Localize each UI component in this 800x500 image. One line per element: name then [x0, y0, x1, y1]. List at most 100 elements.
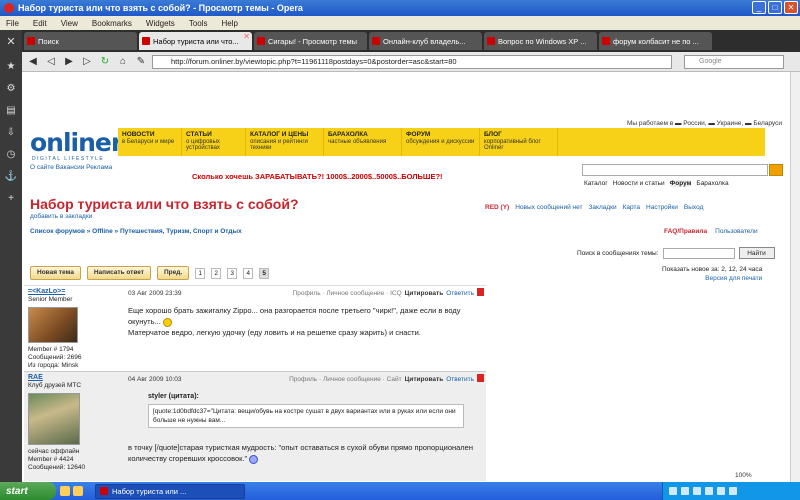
new-topic-button[interactable]: Новая тема — [30, 266, 81, 280]
tray-icon[interactable] — [693, 487, 701, 495]
tab-windows[interactable]: Вопрос по Windows XP ... — [484, 32, 597, 50]
widgets-icon[interactable]: ⚙ — [3, 80, 19, 96]
close-tab-icon[interactable]: ✕ — [243, 32, 250, 41]
menu-view[interactable]: View — [61, 19, 78, 28]
breadcrumb[interactable]: Список форумов » Offline » Путешествия, … — [30, 228, 242, 235]
maximize-button[interactable]: □ — [768, 1, 782, 14]
search-field[interactable]: Google — [684, 54, 784, 69]
post-body: 03 Авг 2009 23:39 Профиль · Личное сообщ… — [128, 288, 484, 338]
print-version-link[interactable]: Версия для печати — [705, 275, 762, 282]
tray-icon[interactable] — [705, 487, 713, 495]
bookmarks-icon[interactable]: ★ — [3, 58, 19, 74]
nav-blog[interactable]: БЛОГ корпоративный блог Onliner — [480, 128, 558, 156]
bookmarks-link[interactable]: Закладки — [588, 204, 616, 211]
faq-link[interactable]: FAQ/Правила — [664, 228, 707, 235]
section-baraholka[interactable]: Барахолка — [696, 180, 728, 187]
post-profile-links[interactable]: Профиль · Личное сообщение · Сайт — [289, 374, 402, 385]
nav-baraholka[interactable]: БАРАХОЛКА частные объявления — [324, 128, 402, 156]
menu-edit[interactable]: Edit — [33, 19, 47, 28]
menu-bookmarks[interactable]: Bookmarks — [92, 19, 132, 28]
site-search-button[interactable] — [769, 164, 783, 176]
page-4[interactable]: 4 — [243, 267, 254, 279]
tab-search[interactable]: Поиск — [24, 32, 137, 50]
taskbar-task[interactable]: Набор туриста или ... — [95, 483, 245, 499]
notes-icon[interactable]: ▤ — [3, 102, 19, 118]
post-text: в точку [/quote]старая туристкая мудрост… — [128, 443, 473, 464]
add-bookmark-link[interactable]: добавить в закладки — [30, 213, 92, 220]
answer-button[interactable]: Ответить — [446, 374, 474, 385]
user-name[interactable]: RED (Y) — [485, 204, 509, 211]
show-new-label[interactable]: Показать новое за: 2, 12, 24 часа — [662, 265, 762, 274]
topic-search-button[interactable]: Найти — [738, 247, 775, 259]
tray-icon[interactable] — [669, 487, 677, 495]
tab-cigars[interactable]: Сигары! - Просмотр темы — [254, 32, 367, 50]
tools-icon[interactable]: ✕ — [0, 30, 22, 52]
tray-icon[interactable] — [681, 487, 689, 495]
new-messages-link[interactable]: Новых сообщений нет — [515, 204, 582, 211]
page-1[interactable]: 1 — [195, 267, 206, 279]
nav-articles[interactable]: СТАТЬИ о цифровых устройствах — [182, 128, 246, 156]
post-profile-links[interactable]: Профиль · Личное сообщение · ICQ — [293, 288, 402, 299]
quote-button[interactable]: Цитировать — [405, 374, 444, 385]
post-date: 03 Авг 2009 23:39 — [128, 290, 182, 297]
close-button[interactable]: ✕ — [784, 1, 798, 14]
author-nick[interactable]: =<KazLo>= — [28, 288, 120, 296]
nav-catalog[interactable]: КАТАЛОГ И ЦЕНЫ описания и рейтинги техник… — [246, 128, 324, 156]
map-link[interactable]: Карта — [623, 204, 640, 211]
menu-help[interactable]: Help — [222, 19, 238, 28]
minimize-button[interactable]: _ — [752, 1, 766, 14]
site-links[interactable]: О сайте Вакансии Реклама — [30, 164, 112, 171]
links-icon[interactable]: ⚓ — [3, 168, 19, 184]
section-news[interactable]: Новости и статьи — [613, 180, 665, 187]
reply-button[interactable]: Написать ответ — [86, 266, 151, 280]
transfers-icon[interactable]: ⇩ — [3, 124, 19, 140]
topic-title[interactable]: Набор туриста или что взять с собой? — [30, 196, 299, 212]
page-2[interactable]: 2 — [211, 267, 222, 279]
logout-link[interactable]: Выход — [684, 204, 703, 211]
menu-file[interactable]: File — [6, 19, 19, 28]
site-logo-sub: DIGITAL LIFESTYLE — [32, 156, 105, 162]
menu-widgets[interactable]: Widgets — [146, 19, 175, 28]
topic-search-input[interactable] — [662, 247, 735, 259]
section-catalog[interactable]: Каталог — [584, 180, 608, 187]
settings-link[interactable]: Настройки — [646, 204, 678, 211]
tab-forum[interactable]: форум колбасит не по ... — [599, 32, 712, 50]
menu-tools[interactable]: Tools — [189, 19, 208, 28]
section-forum[interactable]: Форум — [669, 180, 692, 187]
edit-icon[interactable]: ✎ — [134, 55, 148, 69]
url-field[interactable]: http://forum.onliner.by/viewtopic.php?t=… — [152, 54, 672, 69]
promo-link[interactable]: Сколько хочешь ЗАРАБАТЫВАТЬ?! 1000$..200… — [192, 172, 443, 181]
nav-forum[interactable]: ФОРУМ обсуждения и дискуссии — [402, 128, 480, 156]
quote-button[interactable]: Цитировать — [405, 288, 444, 299]
tray-icon[interactable] — [729, 487, 737, 495]
report-icon[interactable] — [477, 288, 484, 296]
quicklaunch-icon[interactable] — [60, 486, 70, 496]
nav-news[interactable]: НОВОСТИ в Беларуси и мире — [118, 128, 182, 156]
site-logo[interactable]: onliner — [30, 128, 123, 157]
system-tray — [662, 482, 800, 500]
reload-icon[interactable]: ↻ — [98, 55, 112, 69]
users-link[interactable]: Пользователи — [715, 228, 757, 235]
site-search-input[interactable] — [582, 164, 768, 176]
rewind-icon[interactable]: ◁ — [44, 55, 58, 69]
home-icon[interactable]: ⌂ — [116, 55, 130, 69]
vertical-scrollbar[interactable] — [790, 72, 800, 482]
post-header: 04 Авг 2009 10:03 Профиль · Личное сообщ… — [128, 374, 484, 385]
author-nick[interactable]: RAE — [28, 374, 120, 382]
history-icon[interactable]: ◷ — [3, 146, 19, 162]
report-icon[interactable] — [477, 374, 484, 382]
forward-icon[interactable]: ▶ — [62, 55, 76, 69]
fast-forward-icon[interactable]: ▷ — [80, 55, 94, 69]
add-panel-icon[interactable]: + — [3, 190, 19, 206]
quicklaunch-icon[interactable] — [73, 486, 83, 496]
answer-button[interactable]: Ответить — [446, 288, 474, 299]
tray-icon[interactable] — [717, 487, 725, 495]
prev-page-button[interactable]: Пред. — [156, 266, 190, 280]
back-icon[interactable]: ◀ — [26, 55, 40, 69]
page-3[interactable]: 3 — [227, 267, 238, 279]
smile-icon — [162, 317, 172, 327]
tab-current[interactable]: Набор туриста или что... ✕ — [139, 32, 252, 50]
start-button[interactable]: start — [0, 482, 56, 500]
zoom-level[interactable]: 100% — [735, 472, 752, 479]
tab-club[interactable]: Онлайн-клуб владель... — [369, 32, 482, 50]
